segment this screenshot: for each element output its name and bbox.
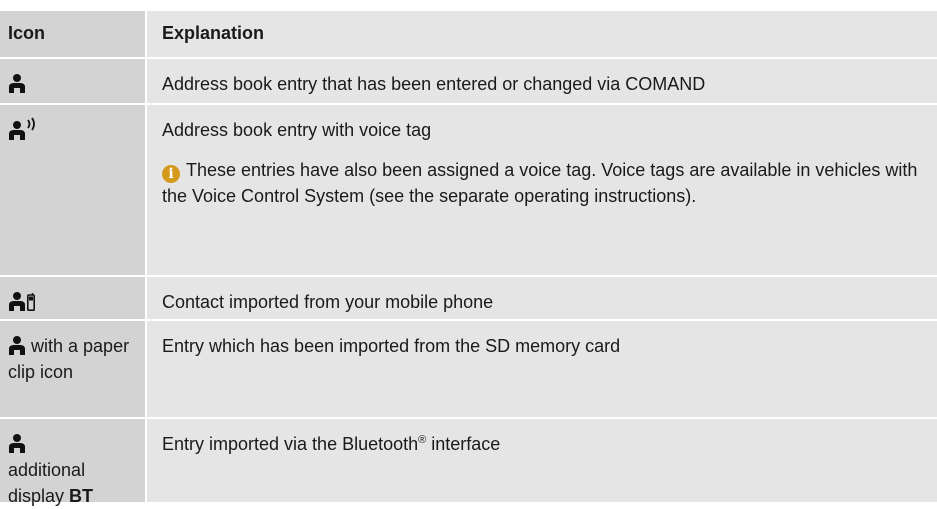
header-explanation-column: Explanation [147, 11, 937, 57]
row-explanation: Address book entry with voice tag [162, 120, 432, 140]
person-icon [9, 292, 25, 311]
header-icon-column: Icon [0, 11, 147, 57]
row-explanation: Address book entry that has been entered… [147, 59, 937, 103]
row-explanation: Entry which has been imported from the S… [147, 321, 937, 417]
person-icon [9, 434, 25, 453]
icon-explanation-table: Icon Explanation Address book entry that… [0, 0, 937, 506]
row-explanation: Entry imported via the Bluetooth [162, 434, 419, 454]
table-row: Contact imported from your mobile phone [0, 277, 937, 321]
info-icon: i [162, 165, 180, 183]
table-header-row: Icon Explanation [0, 11, 937, 59]
info-note-text: These entries have also been assigned a … [162, 160, 918, 206]
table-row: Address book entry with voice tag i These… [0, 105, 937, 277]
table-row: additional display BT Entry imported via… [0, 419, 937, 506]
person-icon [9, 74, 25, 93]
table-row: with a paper clip icon Entry which has b… [0, 321, 937, 419]
person-icon [9, 121, 25, 140]
info-note: i These entries have also been assigned a… [162, 157, 929, 209]
row-explanation-suffix: interface [426, 434, 501, 454]
bt-label: BT [69, 486, 94, 506]
voice-tag-icon [27, 117, 35, 131]
mobile-phone-icon [27, 293, 35, 311]
person-icon [9, 336, 25, 355]
table-row: Address book entry that has been entered… [0, 59, 937, 105]
row-explanation: Contact imported from your mobile phone [147, 277, 937, 319]
icon-description: with a paper clip icon [8, 336, 130, 382]
